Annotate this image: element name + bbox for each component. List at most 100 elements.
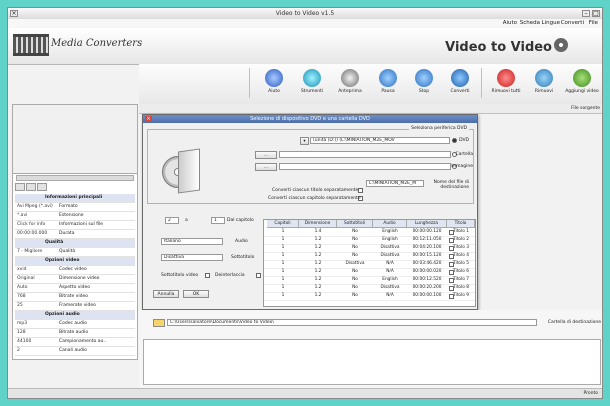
dialog-close-icon[interactable]: × bbox=[145, 116, 152, 122]
table-cell: 1 bbox=[281, 269, 285, 274]
property-row[interactable]: Qualità 7 - Migliore bbox=[15, 248, 135, 257]
property-row[interactable]: Informazioni sul file Click for info bbox=[15, 221, 135, 230]
video-subtitle-checkbox[interactable] bbox=[205, 273, 210, 278]
property-row[interactable]: Codec video xvid bbox=[15, 266, 135, 275]
title-checkbox[interactable] bbox=[449, 245, 454, 251]
table-cell: 1 bbox=[281, 229, 285, 234]
column-header[interactable]: Titolo bbox=[447, 220, 475, 228]
title-checkbox[interactable] bbox=[449, 293, 454, 299]
stop-button[interactable]: Stop bbox=[405, 67, 443, 94]
table-cell: 00:03:46.420 bbox=[412, 261, 442, 266]
table-cell: N/A bbox=[386, 261, 394, 266]
title-checkbox[interactable] bbox=[449, 253, 454, 259]
dvd-radio[interactable] bbox=[452, 138, 457, 143]
title-checkbox[interactable] bbox=[449, 269, 454, 275]
menu-lingue[interactable]: Lingue bbox=[542, 20, 560, 26]
remove-all-button[interactable]: Rimuovi tutti bbox=[487, 67, 525, 94]
preview-button[interactable]: Anteprima bbox=[331, 67, 369, 94]
column-header[interactable]: Dimensione bbox=[299, 220, 337, 228]
table-cell: 1.2 bbox=[314, 237, 322, 242]
title-checkbox[interactable] bbox=[449, 229, 454, 235]
property-key: Qualità bbox=[59, 249, 76, 254]
menu-scheda[interactable]: Scheda bbox=[520, 20, 540, 26]
output-path-input[interactable]: C:\Users\salvatore\Documents\Video to Vi… bbox=[167, 319, 537, 326]
deinterlace-checkbox[interactable] bbox=[256, 273, 261, 278]
volume-icon[interactable] bbox=[37, 183, 47, 191]
play-icon[interactable] bbox=[15, 183, 25, 191]
property-row[interactable]: Bitrate audio 128 bbox=[15, 329, 135, 338]
table-row[interactable]: Titolo 9 00:00:00.100 N/A No 1.2 1 bbox=[264, 292, 475, 301]
tools-button[interactable]: Strumenti bbox=[293, 67, 331, 94]
tools-icon bbox=[303, 69, 321, 87]
toolbar-separator bbox=[481, 68, 482, 98]
pause-button[interactable]: Pausa bbox=[369, 67, 407, 94]
property-row[interactable]: Codec audio mp3 bbox=[15, 320, 135, 329]
add-video-button[interactable]: Aggiungi video bbox=[563, 67, 601, 94]
toolbar-separator bbox=[249, 68, 250, 98]
convert-button[interactable]: Converti bbox=[441, 67, 479, 94]
column-header[interactable]: Capitoli bbox=[267, 220, 299, 228]
menu-aiuto[interactable]: Aiuto bbox=[503, 20, 517, 26]
dialog-title: Selezione di dispositivo DVD e una carte… bbox=[143, 115, 477, 123]
property-row[interactable]: Framerate video 25 bbox=[15, 302, 135, 311]
property-value: 25 bbox=[17, 303, 23, 308]
dvd-dropdown-icon[interactable]: ▾ bbox=[300, 137, 309, 145]
property-row[interactable]: Canali audio 2 bbox=[15, 347, 135, 356]
property-row[interactable]: Formato Avi Mpeg (*.avi) bbox=[15, 203, 135, 212]
table-cell: 1 bbox=[281, 293, 285, 298]
table-cell: 1.2 bbox=[314, 261, 322, 266]
audio-select[interactable]: Italiano bbox=[161, 238, 223, 245]
properties-table: Informazioni principali Formato Avi Mpeg (… bbox=[15, 194, 135, 356]
maximize-icon[interactable]: □ bbox=[592, 10, 600, 17]
column-header[interactable]: Sottotitoli bbox=[337, 220, 373, 228]
volume-name-input[interactable]: L:\MINIATION_M2E_M bbox=[366, 180, 424, 187]
property-key: Informazioni sul file bbox=[59, 222, 104, 227]
seek-bar[interactable] bbox=[16, 175, 134, 181]
image-browse-button[interactable]: ... bbox=[255, 163, 277, 171]
property-row[interactable]: Dimensione video Original bbox=[15, 275, 135, 284]
title-checkbox[interactable] bbox=[449, 261, 454, 267]
chapter-from-input[interactable]: 1 bbox=[211, 217, 225, 224]
property-value: Auto bbox=[17, 285, 28, 290]
column-header[interactable]: Lunghezza bbox=[407, 220, 447, 228]
dvd-select[interactable]: (unità (D:)) (L:\MINIATION_M2E_MOV bbox=[310, 137, 450, 144]
property-row[interactable]: Estensione *.avi bbox=[15, 212, 135, 221]
remove-button[interactable]: Rimuovi bbox=[525, 67, 563, 94]
stop-icon[interactable] bbox=[26, 183, 36, 191]
folder-browse-button[interactable]: ... bbox=[255, 151, 277, 159]
logo: Media Converters bbox=[51, 38, 143, 49]
help-button[interactable]: Aiuto bbox=[255, 67, 293, 94]
title-checkbox[interactable] bbox=[449, 285, 454, 291]
table-cell: 1 bbox=[281, 285, 285, 290]
image-path-input[interactable] bbox=[279, 163, 451, 170]
property-key: Dimensione video bbox=[59, 276, 100, 281]
reel-icon bbox=[554, 38, 568, 52]
property-row[interactable]: Campionamento au.. 44100 bbox=[15, 338, 135, 347]
property-key: Bitrate video bbox=[59, 294, 88, 299]
folder-icon[interactable] bbox=[153, 319, 165, 327]
remove-icon bbox=[535, 69, 553, 87]
cancel-button[interactable]: Annulla bbox=[153, 290, 179, 298]
ok-button[interactable]: OK bbox=[183, 290, 209, 298]
table-cell: No bbox=[352, 293, 358, 298]
menu-converti[interactable]: Converti bbox=[561, 20, 584, 26]
table-cell: 1.2 bbox=[314, 285, 322, 290]
property-key: Durata bbox=[59, 231, 75, 236]
folder-path-input[interactable] bbox=[279, 151, 451, 158]
subtitle-select[interactable]: Disattiva bbox=[161, 254, 223, 261]
menu-file[interactable]: File bbox=[589, 20, 598, 26]
title-checkbox[interactable] bbox=[449, 277, 454, 283]
property-row[interactable]: Aspetto video Auto bbox=[15, 284, 135, 293]
dvd-dialog: Selezione di dispositivo DVD e una carte… bbox=[142, 114, 478, 310]
minimize-icon[interactable]: – bbox=[582, 10, 590, 17]
property-value: 128 bbox=[17, 330, 26, 335]
property-row[interactable]: Durata 00:00:00.000 bbox=[15, 230, 135, 239]
property-key: Bitrate audio bbox=[59, 330, 89, 335]
chapter-to-input[interactable]: 2 bbox=[165, 217, 179, 224]
toolbar: Aggiungi video Rimuovi Rimuovi tutti Con… bbox=[139, 64, 602, 105]
property-row[interactable]: Bitrate video 768 bbox=[15, 293, 135, 302]
property-section: Qualità bbox=[15, 239, 135, 248]
title-separate-checkbox[interactable] bbox=[358, 188, 363, 193]
title-checkbox[interactable] bbox=[449, 237, 454, 243]
column-header[interactable]: Audio bbox=[373, 220, 407, 228]
